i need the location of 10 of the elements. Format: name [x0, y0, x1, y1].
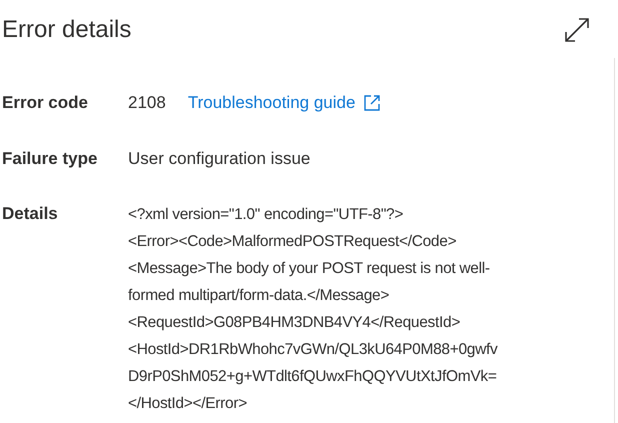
- field-value: User configuration issue: [128, 148, 310, 170]
- field-label: Details: [1, 203, 59, 225]
- error-code: 2108: [128, 92, 166, 114]
- field-label: Failure type: [1, 148, 98, 170]
- field-label: Error code: [1, 92, 89, 114]
- troubleshooting-link[interactable]: Troubleshooting guide: [188, 90, 382, 116]
- expand-icon[interactable]: [564, 17, 590, 43]
- panel-title: Error details: [1, 15, 132, 45]
- external-link-icon: [363, 94, 382, 112]
- details-text: <?xml version="1.0" encoding="UTF-8"?> <Error><Code>MalformedPOSTRequest</Code> <Message>The body of your POST request is not well- formed multipart/form-data.</Message> <RequestId>G08PB4HM3DNB4VY4</RequestId> <HostId>DR1RbWhohc7vGWn/QL3kU64P0M88+0gwfv D9rP0ShM052+g+WTdlt6fQUwxFhQQYVUtXtJfOmVk= </HostId></Error>: [128, 205, 498, 414]
